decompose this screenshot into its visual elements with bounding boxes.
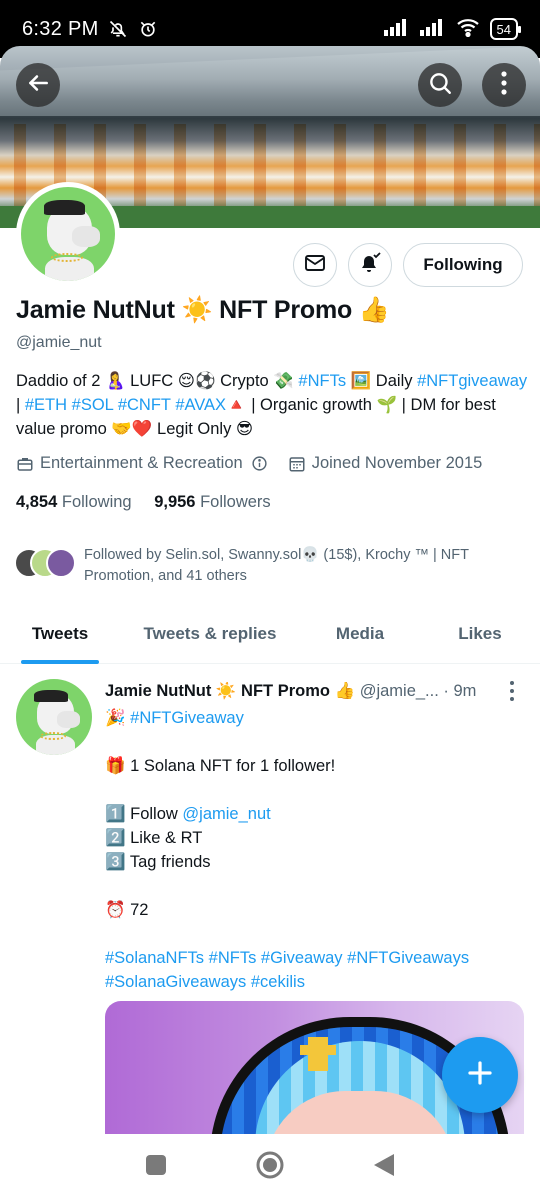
system-nav-bar [0,1134,540,1200]
thumbs-up-emoji: 👍 [358,296,390,324]
mail-icon [303,251,327,280]
notifications-button[interactable] [348,243,392,287]
tweet-text-segment: 🎉 [105,709,131,727]
follower-avatar [46,548,76,578]
sun-emoji: ☀️ [181,296,213,324]
profile-handle: @jamie_nut [16,334,102,351]
following-button[interactable]: Following [403,243,523,287]
tweet-link[interactable]: #NFTGiveaway [130,709,244,727]
tweet-text-segment: 2️⃣ Like & RT [105,829,203,847]
recent-apps-button[interactable] [144,1153,168,1182]
signal-icon [383,18,410,41]
tab-likes[interactable]: Likes [420,604,540,664]
plus-icon [465,1058,495,1093]
tweet-link[interactable]: #Giveaway [261,949,343,967]
tweet-link[interactable]: #SolanaNFTs [105,949,204,967]
tweet-line: #SolanaGiveaways #cekilis [105,970,525,994]
bio-text: Daddio of 2 🤱 LUFC 😌⚽ Crypto 💸 [16,372,299,390]
tweet-more-icon[interactable] [505,681,519,701]
tweet-line: ⏰ 72 [105,898,525,922]
following-label: Following [61,493,132,511]
back-nav-button[interactable] [372,1152,396,1183]
tweet-line: #SolanaNFTs #NFTs #Giveaway #NFTGiveaway… [105,946,525,970]
compose-tweet-button[interactable] [442,1037,518,1113]
bio-hashtag-link[interactable]: #CNFT [118,396,171,414]
signal-icon [419,18,446,41]
tweet-line: 🎉 #NFTGiveaway [105,706,525,730]
tab-media[interactable]: Media [300,604,420,664]
profile-avatar[interactable] [16,182,120,286]
bio-hashtag-link[interactable]: #ETH [25,396,67,414]
tweet-text: 🎉 #NFTGiveaway 🎁 1 Solana NFT for 1 follo… [105,706,525,994]
profile-meta: Entertainment & Recreation Joined Novemb… [16,454,482,473]
tweet-link[interactable]: #NFTs [209,949,257,967]
wifi-icon [456,17,480,42]
calendar-icon [288,455,306,473]
bell-off-icon [107,18,129,40]
followed-by[interactable]: Followed by Selin.sol, Swanny.sol💀 (15$)… [14,545,528,587]
briefcase-icon [16,455,34,473]
tweet-author-avatar[interactable] [16,679,92,755]
search-icon [427,70,453,101]
bell-check-icon [357,250,383,281]
followers-count-link[interactable]: 9,956 Followers [154,493,271,511]
followers-count: 9,956 [154,493,196,511]
following-count-link[interactable]: 4,854 Following [16,493,132,511]
tweet-text-segment: 3️⃣ Tag friends [105,853,211,871]
bio-hashtag-link[interactable]: #AVAX [175,396,226,414]
tweet-timestamp: · 9m [443,682,477,700]
tweet-author-name: Jamie NutNut ☀️ NFT Promo 👍 [105,682,356,700]
bio-hashtag-link[interactable]: #NFTgiveaway [417,372,527,390]
tweet-link[interactable]: #SolanaGiveaways [105,973,246,991]
followers-label: Followers [200,493,271,511]
back-button[interactable] [16,63,60,107]
tab-tweets[interactable]: Tweets [0,604,120,664]
status-time: 6:32 PM [22,17,99,40]
tweet-link[interactable]: @jamie_nut [182,805,270,823]
tweet-line: 2️⃣ Like & RT [105,826,525,850]
bio-hashtag-link[interactable]: #SOL [72,396,114,414]
more-vertical-icon [501,70,507,101]
message-button[interactable] [293,243,337,287]
tweet-header[interactable]: Jamie NutNut ☀️ NFT Promo 👍 @jamie_... ·… [105,682,505,701]
follow-counts: 4,854 Following 9,956 Followers [16,493,271,512]
search-button[interactable] [418,63,462,107]
battery-icon: 54 [489,18,522,40]
tweet-text-segment: 🎁 1 Solana NFT for 1 follower! [105,757,336,775]
profile-name-text: Jamie NutNut [16,296,182,324]
following-count: 4,854 [16,493,58,511]
home-button[interactable] [255,1150,285,1185]
tweet-line: 🎁 1 Solana NFT for 1 follower! [105,754,525,778]
tweet-text-segment: 1️⃣ Follow [105,805,183,823]
profile-bio: Daddio of 2 🤱 LUFC 😌⚽ Crypto 💸 #NFTs 🖼️ … [16,369,528,441]
tab-tweets-and-replies[interactable]: Tweets & replies [120,604,300,664]
more-options-button[interactable] [482,63,526,107]
bio-text: | [16,396,25,414]
tweet-link[interactable]: #cekilis [251,973,305,991]
tweet-author-handle: @jamie_... [359,682,439,700]
tweet-link[interactable]: #NFTGiveaways [347,949,469,967]
bio-hashtag-link[interactable]: #NFTs [298,372,346,390]
profile-joined-date: Joined November 2015 [311,454,483,472]
tweet-line: 3️⃣ Tag friends [105,850,525,874]
tweet-line: 1️⃣ Follow @jamie_nut [105,802,525,826]
profile-name: Jamie NutNut ☀️ NFT Promo 👍 [16,296,390,325]
arrow-left-icon [25,70,51,101]
alarm-icon [137,18,159,40]
profile-name-text-2: NFT Promo [212,296,359,324]
info-icon[interactable] [251,455,268,472]
followed-by-text: Followed by Selin.sol, Swanny.sol💀 (15$)… [84,547,469,584]
bio-text: 🖼️ Daily [346,372,418,390]
profile-category: Entertainment & Recreation [40,454,243,472]
profile-tabs: Tweets Tweets & replies Media Likes [0,604,540,664]
tweet-text-segment: ⏰ 72 [105,901,149,919]
